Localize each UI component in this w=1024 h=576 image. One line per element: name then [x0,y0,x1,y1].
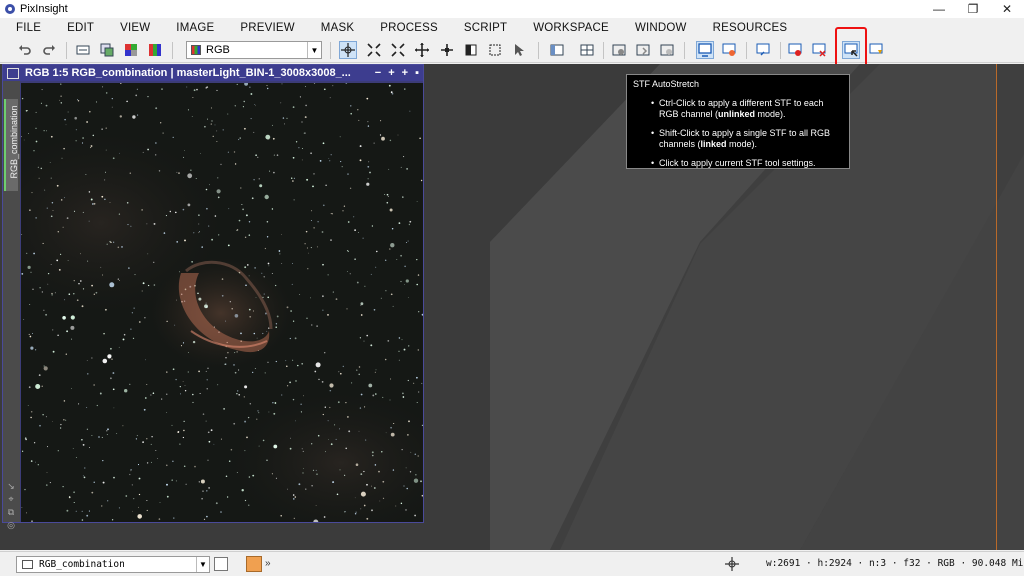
center-view-icon[interactable] [438,41,456,59]
dynamic-crop-icon[interactable] [462,41,480,59]
image-window-sidebar: RGB_combination ↘ ⌖ ⧉ ◎ [3,81,20,530]
image-window-title: RGB 1:5 RGB_combination | masterLight_BI… [25,67,351,79]
tooltip-item-unlinked: Ctrl-Click to apply a different STF to e… [651,98,843,120]
menu-window[interactable]: WINDOW [619,22,697,34]
chevron-down-icon: ▼ [196,557,209,572]
mask-invert-icon[interactable] [634,41,652,59]
color-swatch-button[interactable] [246,556,262,572]
tooltip-item-linked: Shift-Click to apply a single STF to all… [651,128,843,150]
select-arrow-icon[interactable] [510,41,528,59]
zoom-fit-icon[interactable] [365,41,383,59]
menu-mask[interactable]: MASK [305,22,364,34]
stf-enable-icon[interactable] [696,41,714,59]
document-icon [7,67,19,79]
duplicate-icon[interactable] [98,41,116,59]
maximize-button[interactable]: ❐ [956,0,990,18]
tile-windows-icon[interactable] [578,41,596,59]
close-window-button[interactable]: ▪ [415,67,419,79]
menu-file[interactable]: FILE [6,22,51,34]
workspace-guide-line [996,64,997,550]
view-selector-dropdown[interactable]: RGB_combination ▼ [16,556,210,573]
current-view-name: RGB_combination [39,559,125,570]
stf-autostretch-tooltip: STF AutoStretch Ctrl-Click to apply a di… [626,74,850,169]
crescent-nebula-image [21,83,423,522]
zoom-out-icon[interactable] [389,41,407,59]
stf-clear-icon[interactable] [810,41,828,59]
view-mode-value: RGB [206,44,230,56]
shade-window-button[interactable]: + [388,67,394,79]
image-info-readout: w:2691 · h:2924 · n:3 · f32 · RGB · 90.0… [766,558,1024,569]
stf-linked-icon[interactable] [754,41,772,59]
view-tab-label: RGB_combination [9,105,19,179]
view-explorer-button[interactable] [214,557,228,571]
circle-icon[interactable]: ◎ [6,520,16,530]
maximize-window-button[interactable]: + [402,67,408,79]
stf-autostretch-icon[interactable] [842,41,860,59]
stf-boost-icon[interactable] [786,41,804,59]
clone-icon[interactable]: ⧉ [6,507,16,517]
astro-image-canvas[interactable] [21,83,423,522]
menu-bar: FILE EDIT VIEW IMAGE PREVIEW MASK PROCES… [0,18,1024,38]
menu-preview[interactable]: PREVIEW [224,22,304,34]
image-window-titlebar[interactable]: RGB 1:5 RGB_combination | masterLight_BI… [3,65,423,81]
toolbar: RGB ▼ [0,38,1024,63]
chevron-down-icon: ▼ [307,42,321,58]
rgb-channels-icon[interactable] [122,41,140,59]
stf-autostretch-boost-icon[interactable] [867,41,885,59]
pixinsight-logo-icon [5,4,15,14]
view-tab[interactable]: RGB_combination [4,99,19,191]
menu-image[interactable]: IMAGE [160,22,224,34]
redo-icon[interactable] [40,41,58,59]
tooltip-item-click: Click to apply current STF tool settings… [651,158,843,169]
more-button[interactable]: » [265,558,271,569]
rgb-swatch-icon [191,45,201,55]
menu-edit[interactable]: EDIT [51,22,104,34]
drag-icon[interactable]: ↘ [6,481,16,491]
window-layout-icon[interactable] [548,41,566,59]
menu-script[interactable]: SCRIPT [448,22,517,34]
new-preview-icon[interactable] [486,41,504,59]
pan-mode-icon[interactable] [413,41,431,59]
menu-process[interactable]: PROCESS [364,22,448,34]
menu-resources[interactable]: RESOURCES [697,22,798,34]
stf-reset-icon[interactable] [720,41,738,59]
minimize-window-button[interactable]: − [375,67,381,79]
undo-icon[interactable] [16,41,34,59]
window-title: PixInsight [20,3,68,15]
mask-enable-icon[interactable] [658,41,676,59]
readout-mode-icon[interactable] [339,41,357,59]
close-button[interactable]: ✕ [990,0,1024,18]
minimize-button[interactable]: — [922,0,956,18]
target-icon[interactable]: ⌖ [6,494,16,504]
image-window[interactable]: RGB 1:5 RGB_combination | masterLight_BI… [2,64,424,530]
title-bar: PixInsight — ❐ ✕ [0,0,1024,18]
status-bar: RGB_combination ▼ » w:2691 · h:2924 · n:… [0,551,1024,576]
mask-show-icon[interactable] [610,41,628,59]
menu-view[interactable]: VIEW [104,22,160,34]
tooltip-title: STF AutoStretch [633,79,700,89]
crosshair-icon [725,557,739,571]
view-mode-select[interactable]: RGB ▼ [186,41,322,59]
identifier-icon[interactable] [74,41,92,59]
menu-workspace[interactable]: WORKSPACE [517,22,619,34]
color-space-icon[interactable] [146,41,164,59]
image-icon [22,560,33,569]
